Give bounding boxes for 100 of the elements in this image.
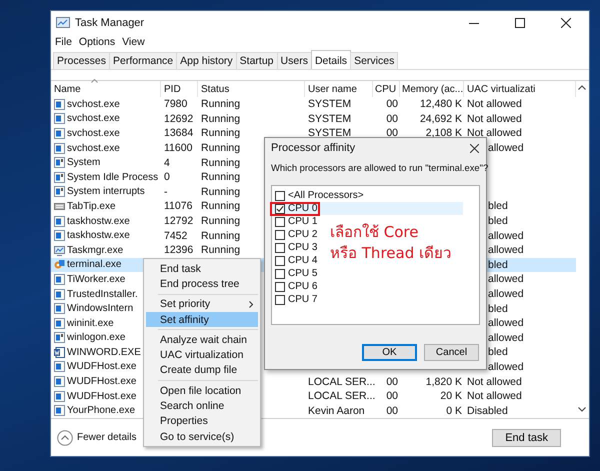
table-cell: 24,692 K: [420, 112, 462, 125]
menu-item[interactable]: Options: [78, 36, 116, 48]
table-cell: Running: [201, 244, 240, 256]
window-icon: [54, 98, 65, 110]
window-icon: [54, 361, 65, 372]
keyboard-icon: [54, 200, 65, 212]
table-cell: Running: [201, 112, 240, 125]
column-header[interactable]: UAC virtualizati: [467, 84, 536, 94]
process-name: WUDFHost.exe: [67, 361, 136, 372]
maximize-icon[interactable]: [515, 18, 525, 28]
close-icon[interactable]: [470, 144, 479, 152]
table-cell: Running: [201, 215, 240, 228]
dialog-button[interactable]: OK: [362, 344, 417, 361]
checkbox[interactable]: [275, 190, 285, 200]
list-item[interactable]: CPU 4: [272, 254, 323, 267]
menu-item[interactable]: End task: [146, 261, 258, 276]
table-cell: Running: [201, 230, 240, 242]
window-icon: [54, 128, 65, 139]
process-name: svchost.exe: [67, 98, 120, 110]
process-name: TiWorker.exe: [67, 274, 126, 285]
checkbox[interactable]: [275, 268, 285, 278]
table-cell: 11600: [164, 142, 192, 154]
list-item[interactable]: CPU 5: [272, 267, 323, 280]
checkbox[interactable]: [275, 216, 285, 226]
table-cell: 7452: [164, 230, 188, 242]
column-header[interactable]: Status: [201, 84, 230, 94]
list-item[interactable]: <All Processors>: [272, 189, 364, 202]
table-cell: bled: [488, 258, 508, 271]
table-cell: 11076: [164, 200, 192, 212]
scroll-down-icon[interactable]: [578, 407, 586, 412]
checkbox[interactable]: [275, 256, 285, 266]
process-name: System interrupts: [67, 186, 145, 198]
list-item[interactable]: CPU 6: [272, 280, 323, 293]
table-cell: Not allowed: [467, 390, 522, 402]
window-icon: [54, 186, 65, 198]
process-name: svchost.exe: [67, 128, 120, 139]
window-icon: [54, 376, 65, 388]
end-task-button[interactable]: End task: [492, 428, 561, 446]
table-cell: 00: [386, 98, 398, 110]
window-icon: [54, 113, 65, 124]
dialog-button[interactable]: Cancel: [424, 344, 479, 361]
list-item[interactable]: CPU 2: [272, 228, 323, 241]
scroll-up-icon[interactable]: [578, 85, 586, 90]
window-icon: [54, 318, 65, 329]
menu-item[interactable]: Set affinity: [146, 312, 258, 328]
tab[interactable]: Performance: [109, 52, 178, 69]
checkbox[interactable]: [275, 242, 285, 252]
window-title: Task Manager: [75, 16, 144, 28]
tab[interactable]: App history: [176, 52, 237, 69]
window-icon: [54, 216, 65, 227]
menu-item[interactable]: File: [55, 36, 72, 48]
column-header[interactable]: Name: [54, 84, 81, 94]
process-name: taskhostw.exe: [67, 216, 130, 227]
table-cell: Running: [201, 156, 240, 169]
table-cell: SYSTEM: [308, 127, 352, 140]
table-cell: 00: [386, 127, 398, 140]
menu-item[interactable]: UAC virtualization: [146, 347, 258, 363]
tab[interactable]: Users: [276, 52, 312, 69]
checkbox[interactable]: [275, 282, 285, 292]
process-name: System: [67, 157, 100, 168]
checkbox[interactable]: [275, 204, 285, 214]
table-cell: Not allowed: [467, 112, 522, 125]
menu-item[interactable]: Create dump file: [146, 362, 258, 378]
column-header[interactable]: CPU: [375, 84, 396, 94]
tab[interactable]: Startup: [236, 52, 278, 69]
checkbox[interactable]: [275, 294, 285, 304]
table-cell: allowed: [488, 288, 524, 300]
menu-item[interactable]: Search online: [146, 398, 258, 414]
tab[interactable]: Services: [350, 52, 398, 69]
menu-item[interactable]: Analyze wait chain: [146, 332, 258, 348]
close-icon[interactable]: [561, 18, 571, 28]
table-cell: Disabled: [467, 404, 508, 417]
list-item[interactable]: CPU 0: [272, 202, 463, 215]
column-header[interactable]: Memory (ac...: [402, 84, 464, 94]
menu-item[interactable]: Set priority: [146, 296, 258, 312]
collapse-icon[interactable]: [57, 430, 73, 446]
menu-item[interactable]: View: [122, 36, 145, 48]
list-item[interactable]: CPU 7: [272, 293, 323, 306]
list-item[interactable]: CPU 1: [272, 215, 323, 228]
process-name: WUDFHost.exe: [67, 390, 136, 402]
table-cell: bled: [488, 215, 508, 228]
checkbox[interactable]: [275, 230, 285, 240]
process-name: taskhostw.exe: [67, 230, 130, 242]
table-cell: Running: [201, 98, 240, 110]
menu-item[interactable]: Properties: [146, 414, 258, 429]
window-icon: [54, 332, 65, 344]
fewer-details-link[interactable]: Fewer details: [77, 432, 136, 443]
list-item[interactable]: CPU 3: [272, 241, 323, 254]
tab[interactable]: Processes: [53, 52, 110, 69]
tab[interactable]: Details: [310, 50, 352, 69]
window-icon: [54, 172, 65, 183]
menu-item[interactable]: End process tree: [146, 276, 258, 292]
menu-item[interactable]: Open file location: [146, 383, 258, 398]
menu-item[interactable]: Go to service(s): [146, 428, 258, 444]
column-header[interactable]: User name: [308, 84, 357, 94]
table-cell: Running: [201, 127, 240, 140]
column-header[interactable]: PID: [164, 84, 181, 94]
process-name: YourPhone.exe: [67, 405, 136, 416]
table-cell: allowed: [488, 230, 524, 242]
table-cell: Running: [201, 200, 240, 212]
